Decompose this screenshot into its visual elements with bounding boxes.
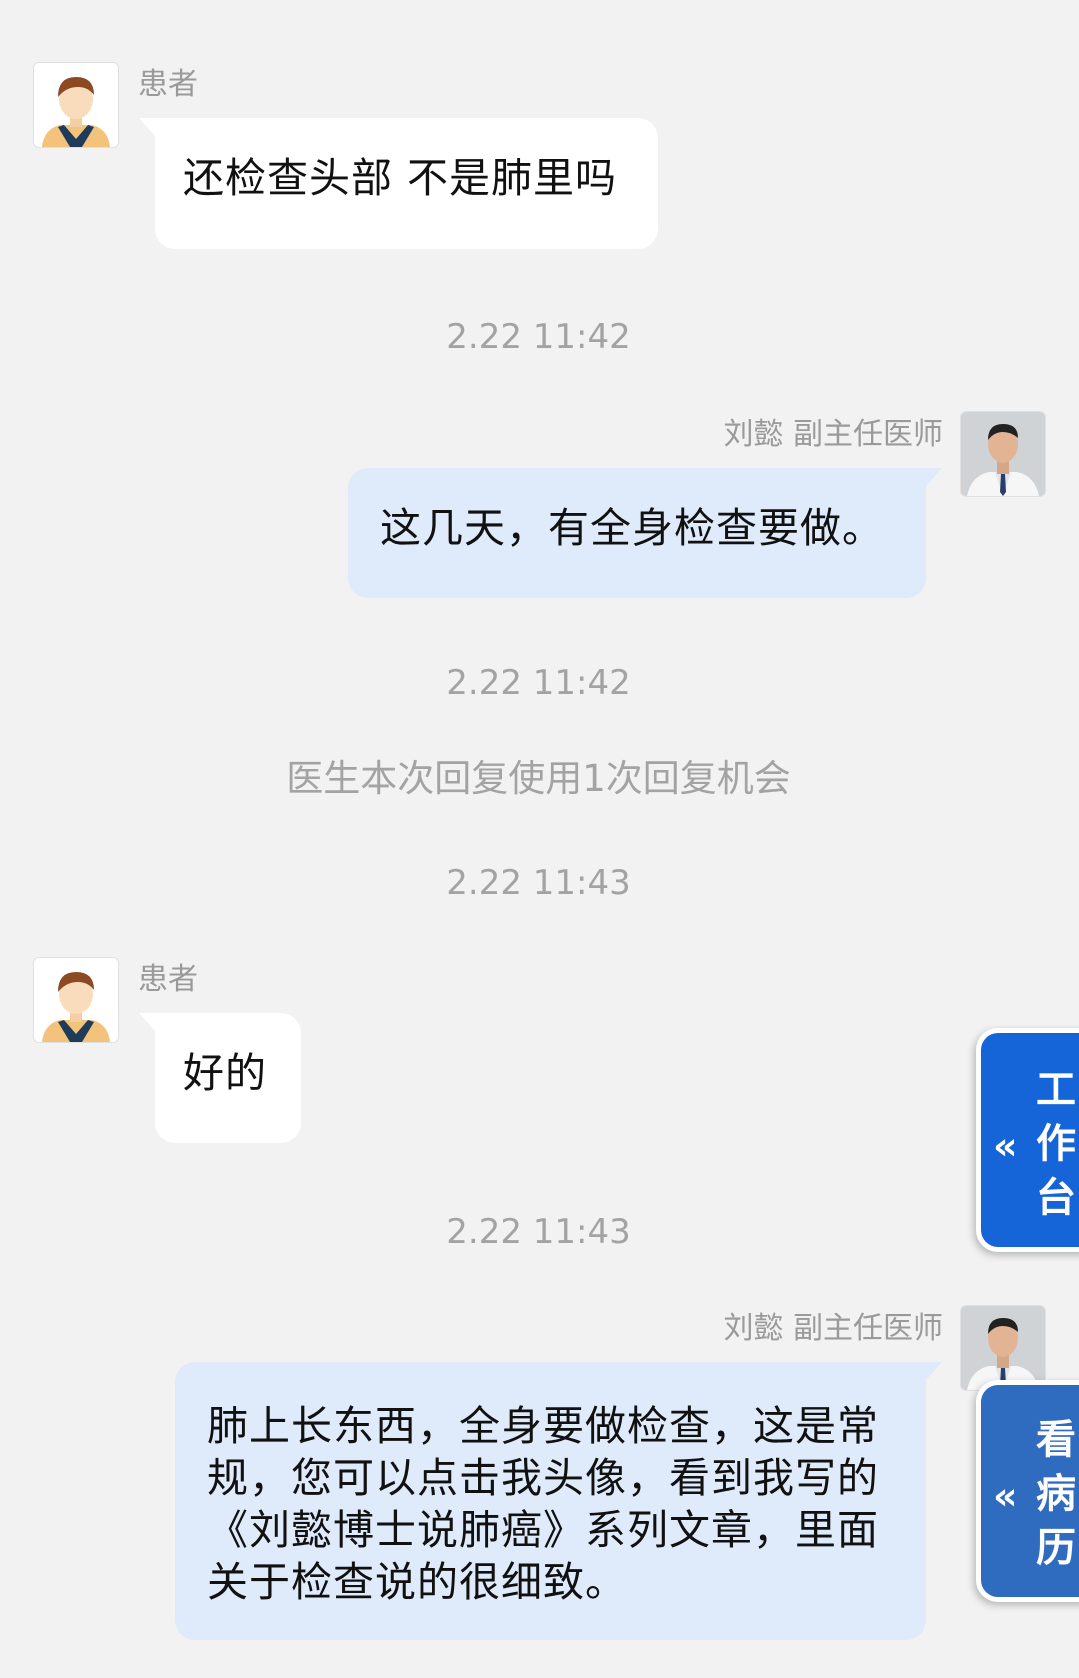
- patient-avatar[interactable]: [33, 62, 119, 148]
- view-records-label: 看病历: [1036, 1417, 1076, 1571]
- message-bubble[interactable]: 还检查头部 不是肺里吗: [139, 118, 658, 249]
- workbench-button[interactable]: « 工作台: [976, 1028, 1079, 1252]
- doctor-avatar-icon: [961, 1306, 1045, 1390]
- doctor-avatar[interactable]: [960, 1305, 1046, 1391]
- sender-name: 患者: [138, 962, 198, 997]
- sender-name: 患者: [138, 67, 198, 102]
- chevron-left-icon: «: [993, 1124, 1018, 1168]
- timestamp: 2.22 11:42: [446, 663, 631, 703]
- doctor-avatar-icon: [961, 412, 1045, 496]
- timestamp: 2.22 11:42: [446, 317, 631, 357]
- timestamp: 2.22 11:43: [446, 1212, 631, 1252]
- message-bubble[interactable]: 肺上长东西，全身要做检查，这是常规，您可以点击我头像，看到我写的《刘懿博士说肺癌…: [175, 1362, 942, 1640]
- message-bubble[interactable]: 这几天，有全身检查要做。: [348, 468, 942, 598]
- message-bubble[interactable]: 好的: [139, 1013, 301, 1143]
- sender-name: 刘懿 副主任医师: [723, 417, 943, 452]
- workbench-label: 工作台: [1036, 1067, 1076, 1221]
- sender-name: 刘懿 副主任医师: [723, 1311, 943, 1346]
- patient-avatar[interactable]: [33, 957, 119, 1043]
- timestamp: 2.22 11:43: [446, 863, 631, 903]
- message-text: 肺上长东西，全身要做检查，这是常规，您可以点击我头像，看到我写的《刘懿博士说肺癌…: [207, 1402, 879, 1606]
- message-text: 这几天，有全身检查要做。: [380, 504, 884, 552]
- view-records-button[interactable]: « 看病历: [976, 1380, 1079, 1602]
- message-text: 好的: [183, 1049, 267, 1097]
- patient-avatar-icon: [34, 958, 118, 1042]
- doctor-avatar[interactable]: [960, 411, 1046, 497]
- patient-avatar-icon: [34, 63, 118, 147]
- message-text: 还检查头部 不是肺里吗: [183, 154, 618, 202]
- chevron-left-icon: «: [993, 1474, 1018, 1518]
- system-note: 医生本次回复使用1次回复机会: [286, 757, 791, 800]
